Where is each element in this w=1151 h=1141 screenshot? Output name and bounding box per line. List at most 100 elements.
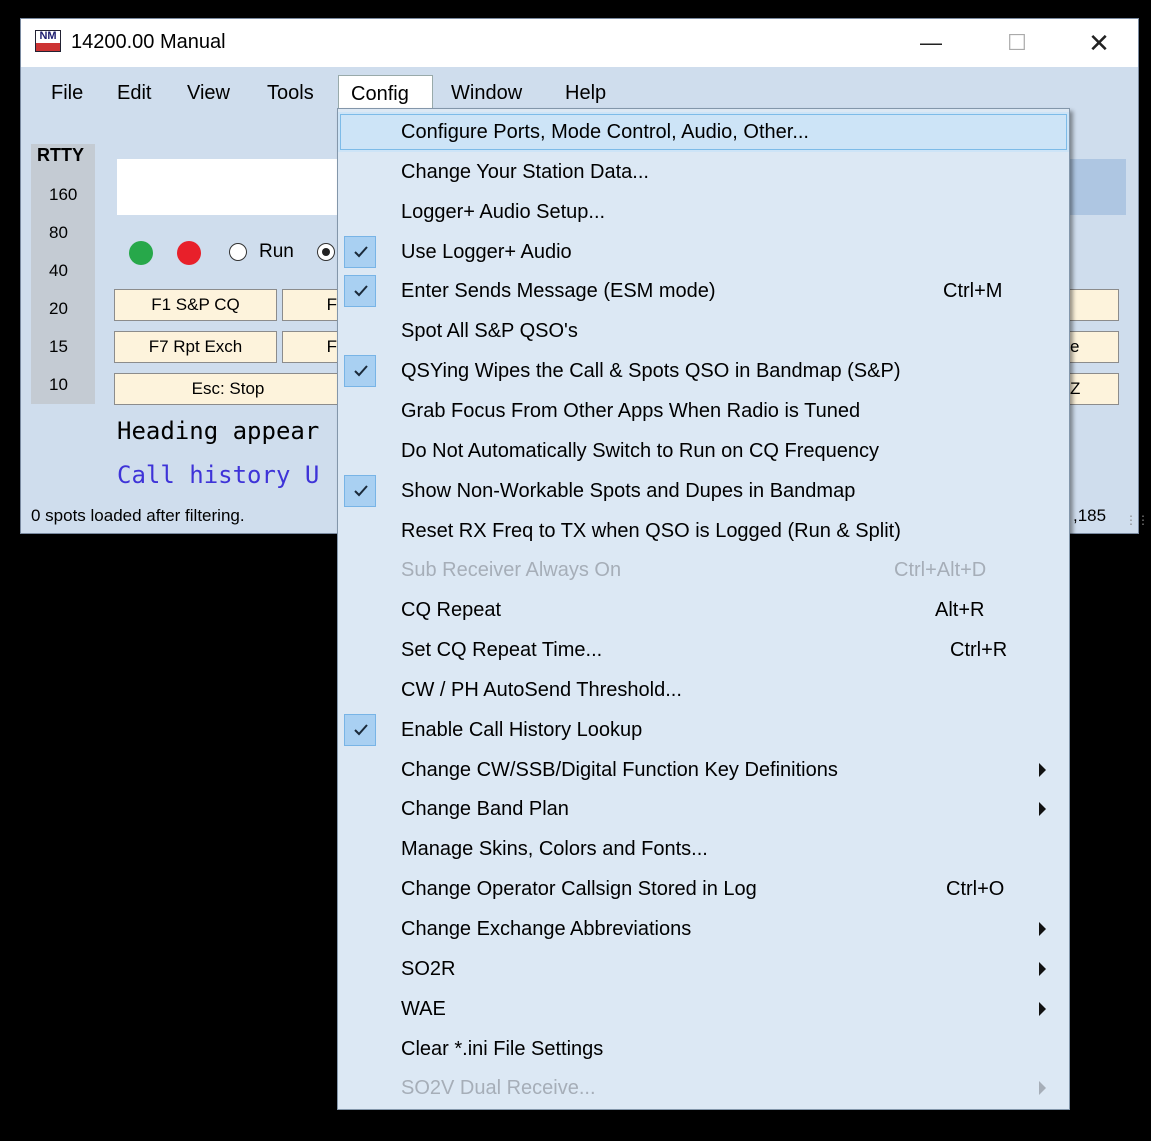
wipe-button[interactable]: Z <box>1067 373 1119 405</box>
menu-item-label: Manage Skins, Colors and Fonts... <box>401 838 708 861</box>
status-text: 0 spots loaded after filtering. <box>31 506 245 525</box>
menu-item-do-not-automatically-switch-to-run-on-cq-frequency[interactable]: Do Not Automatically Switch to Run on CQ… <box>338 431 1069 471</box>
menu-item-qsying-wipes-the-call-spots-qso-in-bandmap-s-p[interactable]: QSYing Wipes the Call & Spots QSO in Ban… <box>338 351 1069 391</box>
menu-item-spot-all-s-p-qso-s[interactable]: Spot All S&P QSO's <box>338 311 1069 351</box>
status-led-green <box>129 241 153 265</box>
status-led-red <box>177 241 201 265</box>
f12-button[interactable]: e <box>1067 331 1119 363</box>
menu-item-label: Change CW/SSB/Digital Function Key Defin… <box>401 758 838 781</box>
window-title: 14200.00 Manual <box>71 31 226 53</box>
checkmark-icon <box>344 275 376 308</box>
call-history-text: Call history U <box>117 461 320 489</box>
resize-grip-icon[interactable]: ⋮⋮ <box>1125 513 1149 527</box>
band-10[interactable]: 10 <box>49 375 68 395</box>
f2-button[interactable]: F <box>282 289 342 321</box>
menu-help[interactable]: Help <box>553 75 618 111</box>
config-dropdown-menu: Configure Ports, Mode Control, Audio, Ot… <box>337 108 1070 1110</box>
run-radio-label: Run <box>259 241 294 262</box>
menu-item-logger-audio-setup[interactable]: Logger+ Audio Setup... <box>338 192 1069 232</box>
title-bar[interactable]: NM 14200.00 Manual — ☐ ✕ <box>21 19 1138 67</box>
menu-item-change-exchange-abbreviations[interactable]: Change Exchange Abbreviations <box>338 909 1069 949</box>
menu-item-clear-ini-file-settings[interactable]: Clear *.ini File Settings <box>338 1029 1069 1069</box>
menu-item-so2v-dual-receive: SO2V Dual Receive... <box>338 1068 1069 1108</box>
menu-item-label: Sub Receiver Always On <box>401 559 622 582</box>
minimize-button[interactable]: — <box>909 25 953 61</box>
menu-item-label: Set CQ Repeat Time... <box>401 639 603 662</box>
menu-item-label: Reset RX Freq to TX when QSO is Logged (… <box>401 519 901 542</box>
menu-item-configure-ports-mode-control-audio-other[interactable]: Configure Ports, Mode Control, Audio, Ot… <box>338 112 1069 152</box>
menu-item-shortcut: Ctrl+R <box>950 639 1008 662</box>
f8-button[interactable]: F <box>282 331 342 363</box>
checkmark-icon <box>344 713 376 746</box>
sp-radio[interactable] <box>317 243 335 261</box>
menu-item-label: Show Non-Workable Spots and Dupes in Ban… <box>401 479 856 502</box>
heading-info-text: Heading appear <box>117 417 320 445</box>
run-radio[interactable] <box>229 243 247 261</box>
f7-button[interactable]: F7 Rpt Exch <box>114 331 277 363</box>
menu-file[interactable]: File <box>39 75 95 111</box>
menu-item-cq-repeat[interactable]: CQ Repeat Alt+R <box>338 590 1069 630</box>
menu-item-enter-sends-message-esm-mode[interactable]: Enter Sends Message (ESM mode) Ctrl+M <box>338 271 1069 311</box>
menu-item-cw-ph-autosend-threshold[interactable]: CW / PH AutoSend Threshold... <box>338 670 1069 710</box>
menu-item-label: Spot All S&P QSO's <box>401 320 578 343</box>
menu-item-label: Enable Call History Lookup <box>401 718 643 741</box>
menu-item-set-cq-repeat-time[interactable]: Set CQ Repeat Time... Ctrl+R <box>338 630 1069 670</box>
band-160[interactable]: 160 <box>49 185 77 205</box>
menu-item-label: Use Logger+ Audio <box>401 240 572 263</box>
menu-item-label: SO2R <box>401 957 456 980</box>
menu-item-label: Do Not Automatically Switch to Run on CQ… <box>401 439 879 462</box>
menu-item-change-operator-callsign-stored-in-log[interactable]: Change Operator Callsign Stored in Log Ct… <box>338 869 1069 909</box>
submenu-arrow-icon <box>1039 961 1046 976</box>
menu-item-label: Change Your Station Data... <box>401 160 649 183</box>
menu-item-label: Grab Focus From Other Apps When Radio is… <box>401 399 861 422</box>
band-15[interactable]: 15 <box>49 337 68 357</box>
band-40[interactable]: 40 <box>49 261 68 281</box>
menu-item-label: Enter Sends Message (ESM mode) <box>401 280 716 303</box>
submenu-arrow-icon <box>1039 1001 1046 1016</box>
menu-view[interactable]: View <box>175 75 242 111</box>
menu-item-label: SO2V Dual Receive... <box>401 1077 596 1100</box>
menu-item-so2r[interactable]: SO2R <box>338 949 1069 989</box>
menu-item-change-band-plan[interactable]: Change Band Plan <box>338 789 1069 829</box>
band-20[interactable]: 20 <box>49 299 68 319</box>
submenu-arrow-icon <box>1039 1081 1046 1096</box>
menu-item-shortcut: Alt+R <box>935 599 985 622</box>
menu-item-wae[interactable]: WAE <box>338 989 1069 1029</box>
menu-item-label: Change Exchange Abbreviations <box>401 918 692 940</box>
mode-label: RTTY <box>37 145 84 165</box>
menu-item-show-non-workable-spots-and-dupes-in-bandmap[interactable]: Show Non-Workable Spots and Dupes in Ban… <box>338 471 1069 511</box>
menu-item-label: Logger+ Audio Setup... <box>401 200 606 223</box>
menu-item-shortcut: Ctrl+Alt+D <box>894 559 987 582</box>
maximize-button[interactable]: ☐ <box>995 25 1039 61</box>
callsign-input[interactable] <box>117 159 367 215</box>
esc-stop-button[interactable]: Esc: Stop <box>114 373 342 405</box>
checkmark-icon <box>344 355 376 388</box>
menu-edit[interactable]: Edit <box>105 75 163 111</box>
menu-item-label: CW / PH AutoSend Threshold... <box>401 678 682 701</box>
menu-item-shortcut: Ctrl+M <box>943 280 1003 303</box>
menu-item-change-your-station-data[interactable]: Change Your Station Data... <box>338 152 1069 192</box>
menu-item-enable-call-history-lookup[interactable]: Enable Call History Lookup <box>338 710 1069 750</box>
menu-item-label: Configure Ports, Mode Control, Audio, Ot… <box>401 121 809 143</box>
submenu-arrow-icon <box>1039 762 1046 777</box>
menu-tools[interactable]: Tools <box>255 75 326 111</box>
menu-item-label: Change Band Plan <box>401 798 569 821</box>
f1-button[interactable]: F1 S&P CQ <box>114 289 277 321</box>
menu-item-change-cw-ssb-digital-function-key-definitions[interactable]: Change CW/SSB/Digital Function Key Defin… <box>338 750 1069 790</box>
exchange-input[interactable] <box>1064 159 1126 215</box>
f6-button[interactable] <box>1067 289 1119 321</box>
menu-item-reset-rx-freq-to-tx-when-qso-is-logged-run-split[interactable]: Reset RX Freq to TX when QSO is Logged (… <box>338 511 1069 551</box>
status-count: ,185 <box>1073 506 1107 525</box>
close-button[interactable]: ✕ <box>1077 25 1121 61</box>
menu-item-label: WAE <box>401 997 446 1020</box>
menu-window[interactable]: Window <box>439 75 534 111</box>
menu-item-use-logger-audio[interactable]: Use Logger+ Audio <box>338 232 1069 272</box>
checkmark-icon <box>344 474 376 507</box>
menu-item-manage-skins-colors-and-fonts[interactable]: Manage Skins, Colors and Fonts... <box>338 829 1069 869</box>
submenu-arrow-icon <box>1039 802 1046 817</box>
checkmark-icon <box>344 235 376 268</box>
menu-item-label: CQ Repeat <box>401 599 502 622</box>
band-80[interactable]: 80 <box>49 223 68 243</box>
submenu-arrow-icon <box>1039 922 1046 936</box>
menu-item-grab-focus-from-other-apps-when-radio-is-tuned[interactable]: Grab Focus From Other Apps When Radio is… <box>338 391 1069 431</box>
